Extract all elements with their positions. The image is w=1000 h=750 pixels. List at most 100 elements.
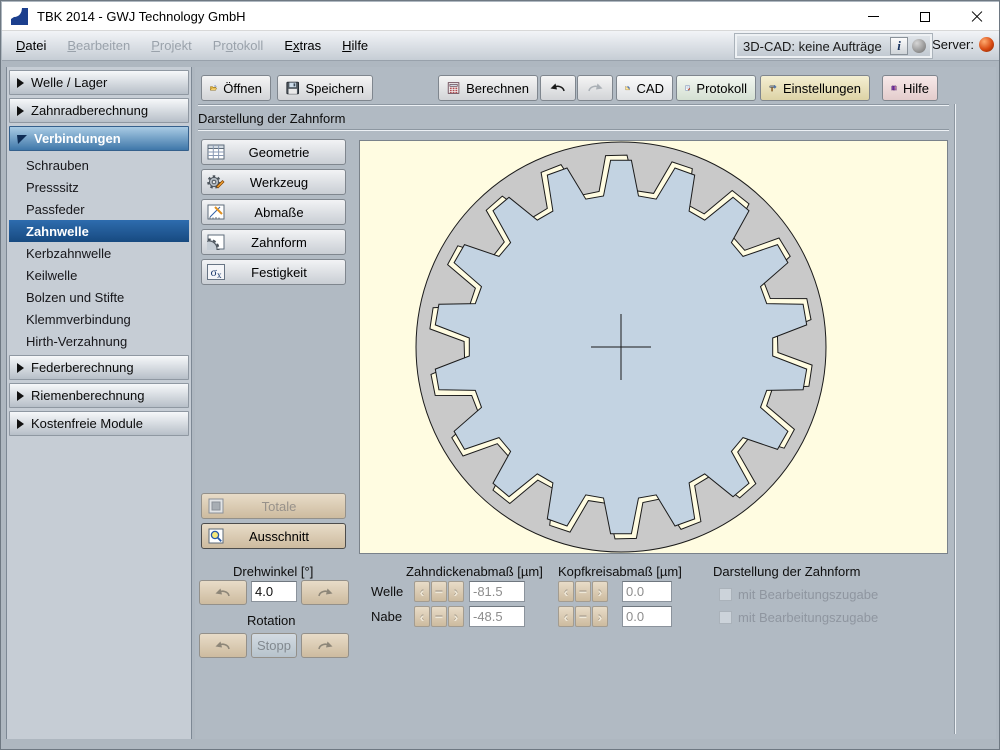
menu-label: tokoll (232, 38, 264, 53)
zahnform-button[interactable]: Zahnform (201, 229, 346, 255)
tolerances-drawing-icon (207, 204, 225, 220)
menu-protokoll: Protokoll (206, 35, 271, 56)
section-label: Zahnradberechnung (31, 103, 149, 118)
step-up-button[interactable]: › (448, 581, 464, 602)
menu-hilfe[interactable]: Hilfe (335, 35, 375, 56)
menu-label: B (67, 38, 77, 53)
server-label: Server: (932, 37, 974, 52)
step-reset-button[interactable]: − (431, 581, 447, 602)
welle-zahndicken-stepper: ‹ − › (414, 581, 464, 602)
ausschnitt-button[interactable]: Ausschnitt (201, 523, 346, 549)
menu-bar: Datei Bearbeiten Projekt Protokoll Extra… (2, 31, 999, 61)
festigkeit-button[interactable]: σx Festigkeit (201, 259, 346, 285)
sidebar-item-bolzen-und-stifte[interactable]: Bolzen und Stifte (9, 286, 189, 308)
sidebar-section-kostenfreie-module[interactable]: Kostenfreie Module (9, 411, 189, 436)
sidebar-section-verbindungen[interactable]: Verbindungen (9, 126, 189, 151)
sidebar-section-welle-lager[interactable]: Welle / Lager (9, 70, 189, 95)
chevron-right-icon: › (453, 608, 459, 625)
rotate-cw-button[interactable] (301, 580, 349, 605)
nabe-kopfkreis-stepper: ‹ − › (558, 606, 608, 627)
nabe-kopfkreis-input[interactable] (622, 606, 672, 627)
step-up-button[interactable]: › (592, 581, 608, 602)
menu-extras[interactable]: Extras (277, 35, 328, 56)
open-button[interactable]: Öffnen (201, 75, 271, 101)
sidebar-section-zahnradberechnung[interactable]: Zahnradberechnung (9, 98, 189, 123)
settings-button[interactable]: Einstellungen (760, 75, 870, 101)
collapsed-arrow-icon (17, 390, 24, 401)
tooth-form-icon (207, 234, 225, 250)
step-down-button[interactable]: ‹ (558, 581, 574, 602)
sidebar-item-zahnwelle[interactable]: Zahnwelle (9, 220, 189, 242)
zahnform-canvas[interactable] (359, 140, 948, 554)
sidebar-item-keilwelle[interactable]: Keilwelle (9, 264, 189, 286)
section-label: Federberechnung (31, 360, 134, 375)
rotate-ccw-button[interactable] (199, 580, 247, 605)
item-label: Kerbzahnwelle (26, 245, 112, 261)
nabe-zahndicken-input[interactable] (469, 606, 525, 627)
minimize-button[interactable] (858, 5, 888, 29)
drehwinkel-input[interactable] (251, 581, 297, 602)
main-panel: Öffnen Speichern Berechnen CAD Protokoll… (195, 67, 996, 739)
sidebar-section-riemenberechnung[interactable]: Riemenberechnung (9, 383, 189, 408)
undo-button[interactable] (540, 75, 576, 101)
werkzeug-button[interactable]: Werkzeug (201, 169, 346, 195)
geometrie-button[interactable]: Geometrie (201, 139, 346, 165)
sidebar-item-passfeder[interactable]: Passfeder (9, 198, 189, 220)
sigma-sub-glyph: x (216, 270, 222, 280)
rotation-ccw-button[interactable] (199, 633, 247, 658)
step-reset-button[interactable]: − (575, 581, 591, 602)
button-label: Werkzeug (249, 174, 309, 190)
menu-label: o (225, 38, 233, 53)
sidebar-item-kerbzahnwelle[interactable]: Kerbzahnwelle (9, 242, 189, 264)
step-up-button[interactable]: › (448, 606, 464, 627)
section-label: Welle / Lager (31, 75, 108, 90)
protocol-document-icon (685, 85, 691, 91)
protocol-button[interactable]: Protokoll (676, 75, 756, 101)
step-down-button[interactable]: ‹ (414, 581, 430, 602)
step-down-button[interactable]: ‹ (558, 606, 574, 627)
cad-button[interactable]: CAD (616, 75, 673, 101)
item-label: Hirth-Verzahnung (26, 333, 128, 349)
rotation-cw-button[interactable] (301, 633, 349, 658)
sidebar-item-hirth-verzahnung[interactable]: Hirth-Verzahnung (9, 330, 189, 352)
step-up-button[interactable]: › (592, 606, 608, 627)
menu-label: E (284, 38, 293, 53)
sidebar-item-schrauben[interactable]: Schrauben (9, 154, 189, 176)
collapsed-arrow-icon (17, 77, 24, 88)
rotate-ccw-icon (215, 641, 230, 649)
close-button[interactable] (962, 5, 992, 29)
welle-kopfkreis-input[interactable] (622, 581, 672, 602)
nabe-label: Nabe (371, 609, 403, 624)
section-label: Verbindungen (34, 131, 121, 146)
chevron-left-icon: ‹ (563, 583, 569, 600)
chevron-left-icon: ‹ (563, 608, 569, 625)
welle-zahndicken-input[interactable] (469, 581, 525, 602)
menu-label: earbeiten (76, 38, 131, 53)
menu-datei[interactable]: Datei (9, 35, 53, 56)
chevron-right-icon: › (597, 583, 603, 600)
help-button[interactable]: Hilfe (882, 75, 938, 101)
panel-title: Darstellung der Zahnform (198, 111, 346, 126)
menu-label: atei (25, 38, 47, 53)
calculate-button[interactable]: Berechnen (438, 75, 538, 101)
info-button[interactable]: i (890, 37, 908, 55)
sidebar-item-presssitz[interactable]: Presssitz (9, 176, 189, 198)
welle-kopfkreis-stepper: ‹ − › (558, 581, 608, 602)
step-down-button[interactable]: ‹ (414, 606, 430, 627)
separator (954, 104, 956, 734)
cad-status-led (912, 39, 926, 53)
calculator-icon (447, 82, 460, 94)
server-status: Server: (932, 37, 994, 52)
collapsed-arrow-icon (17, 418, 24, 429)
sidebar-section-federberechnung[interactable]: Federberechnung (9, 355, 189, 380)
bearbeitungszugabe-checkbox-1 (719, 588, 732, 601)
abmasse-button[interactable]: Abmaße (201, 199, 346, 225)
step-reset-button[interactable]: − (575, 606, 591, 627)
save-button[interactable]: Speichern (277, 75, 373, 101)
sidebar-item-klemmverbindung[interactable]: Klemmverbindung (9, 308, 189, 330)
step-reset-button[interactable]: − (431, 606, 447, 627)
button-label: Geometrie (248, 144, 310, 160)
maximize-button[interactable] (910, 5, 940, 29)
checkbox-label: mit Bearbeitungszugabe (738, 587, 879, 602)
menu-label: P (151, 38, 160, 53)
